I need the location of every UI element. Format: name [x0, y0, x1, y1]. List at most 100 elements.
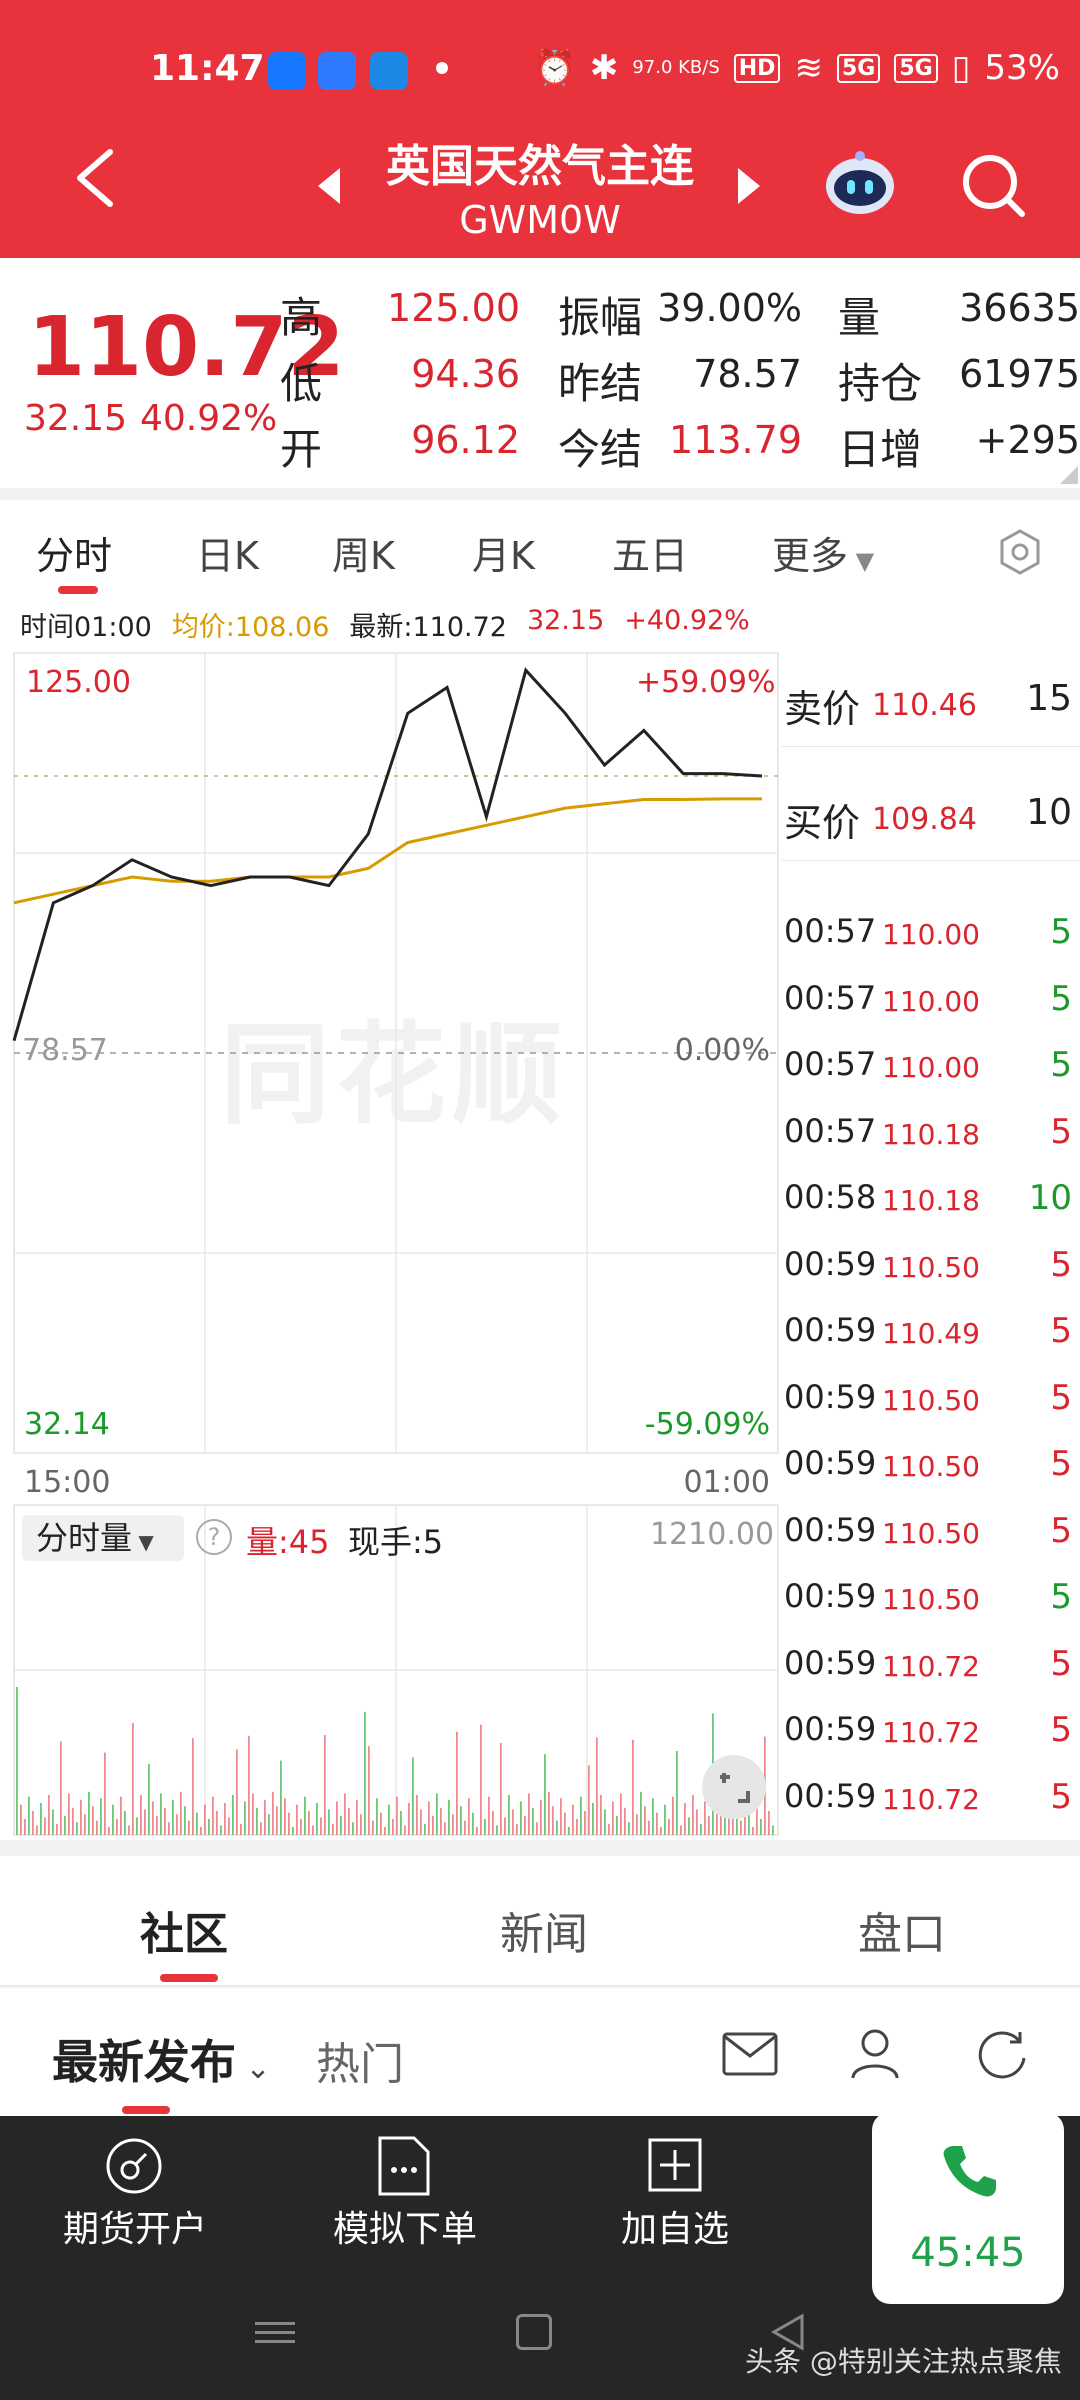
- volume-bar: [216, 1811, 218, 1835]
- volume-axis-max: 1210.00: [650, 1517, 775, 1552]
- tick-time: 00:59: [784, 1577, 877, 1615]
- tick-row: 00:59 110.50 5: [782, 1577, 1072, 1637]
- volume-bar: [144, 1809, 146, 1835]
- volume-label: 量: [838, 293, 881, 342]
- account-open-icon[interactable]: [104, 2136, 164, 2196]
- nav-menu-icon[interactable]: [255, 2316, 295, 2352]
- tick-volume: 5: [1050, 912, 1072, 952]
- tab-community[interactable]: 社区: [140, 1898, 228, 1962]
- volume-bar: [204, 1804, 206, 1835]
- tick-time: 00:57: [784, 978, 877, 1017]
- tick-volume: 5: [1050, 1045, 1072, 1085]
- user-icon[interactable]: [850, 2028, 900, 2080]
- intraday-chart[interactable]: [0, 595, 780, 1840]
- volume-bar: [532, 1807, 534, 1835]
- account-open-button[interactable]: 期货开户: [40, 2200, 230, 2252]
- volume-bar: [580, 1796, 582, 1835]
- volume-bar: [120, 1796, 122, 1835]
- volume-bar: [288, 1812, 290, 1835]
- volume-bar: [676, 1751, 678, 1835]
- volume-bar: [760, 1819, 762, 1835]
- volume-bar: [492, 1811, 494, 1835]
- tick-time: 00:57: [784, 1111, 877, 1150]
- add-watchlist-icon[interactable]: [648, 2138, 702, 2192]
- prev-settle-label: 昨结: [558, 359, 643, 408]
- add-watchlist-button[interactable]: 加自选: [580, 2200, 770, 2252]
- signal-5g-1: 5G: [836, 53, 881, 83]
- select-caret-icon: ▼: [132, 1530, 154, 1554]
- volume-bar: [228, 1817, 230, 1835]
- volume-bar: [768, 1811, 770, 1835]
- hd-badge: HD: [733, 53, 781, 83]
- simulate-order-icon[interactable]: [376, 2136, 432, 2196]
- tick-price: 110.18: [882, 1184, 980, 1217]
- volume-bar: [372, 1820, 374, 1835]
- tab-weekly-k[interactable]: 周K: [332, 525, 395, 580]
- settings-hexagon-icon[interactable]: [996, 528, 1044, 576]
- bid-price: 109.84: [872, 802, 977, 837]
- volume-bar: [96, 1820, 98, 1835]
- search-icon[interactable]: [960, 152, 1028, 220]
- filter-hot[interactable]: 热门: [316, 2028, 404, 2092]
- tick-price: 110.72: [882, 1649, 980, 1683]
- ask-volume: 15: [1026, 678, 1072, 719]
- amplitude-value: 39.00%: [657, 286, 802, 330]
- volume-bar: [588, 1765, 590, 1835]
- volume-bar: [516, 1823, 518, 1835]
- volume-bar: [504, 1817, 506, 1835]
- avg-price-line: [13, 797, 762, 905]
- tab-intraday[interactable]: 分时: [36, 525, 112, 580]
- help-icon[interactable]: ?: [196, 1519, 232, 1555]
- open-value: 96.12: [411, 418, 520, 462]
- nav-home-icon[interactable]: [516, 2314, 552, 2350]
- volume-reading: 量:45: [246, 1523, 330, 1561]
- refresh-icon[interactable]: [974, 2028, 1030, 2080]
- fullscreen-icon[interactable]: [702, 1755, 766, 1819]
- filter-latest-label: 最新发布: [52, 2035, 236, 2089]
- volume-bar: [192, 1738, 194, 1835]
- next-contract-icon[interactable]: [738, 168, 760, 204]
- ask-label: 卖价: [784, 687, 861, 731]
- tab-daily-k[interactable]: 日K: [196, 525, 259, 580]
- volume-bar: [604, 1809, 606, 1835]
- volume-bar: [592, 1803, 594, 1835]
- volume-bar: [456, 1731, 458, 1835]
- volume-bar: [256, 1807, 258, 1835]
- volume-bar: [444, 1822, 446, 1835]
- chart-grid: [13, 652, 779, 1836]
- simulate-order-button[interactable]: 模拟下单: [310, 2200, 500, 2252]
- volume-bar: [356, 1799, 358, 1835]
- volume-bar: [684, 1803, 686, 1835]
- open-interest-value: 61975: [959, 352, 1080, 396]
- volume-bar: [376, 1798, 378, 1835]
- post-filter-bar: 最新发布 ⌄ 热门: [0, 1988, 1080, 2116]
- tab-monthly-k[interactable]: 月K: [472, 525, 535, 580]
- tab-news[interactable]: 新闻: [500, 1898, 588, 1962]
- volume-bar: [60, 1741, 62, 1835]
- volume-bar: [352, 1822, 354, 1835]
- volume-bar: [596, 1737, 598, 1835]
- volume-bar: [528, 1793, 530, 1835]
- signal-5g-2: 5G: [894, 53, 938, 83]
- tick-volume: 5: [1050, 1111, 1072, 1152]
- volume-bar: [696, 1809, 698, 1835]
- tab-more[interactable]: 更多 ▼: [772, 525, 874, 580]
- volume-bar: [380, 1812, 382, 1835]
- mail-icon[interactable]: [722, 2032, 778, 2076]
- volume-bar: [104, 1752, 106, 1835]
- period-tabs: 分时 日K 周K 月K 五日 更多 ▼: [0, 500, 1080, 595]
- tick-row: 00:59 110.72 5: [782, 1777, 1072, 1837]
- volume-bar: [572, 1804, 574, 1835]
- tab-five-day[interactable]: 五日: [612, 525, 688, 580]
- filter-latest[interactable]: 最新发布 ⌄: [52, 2026, 271, 2092]
- robot-assistant-icon[interactable]: [822, 150, 898, 216]
- volume-indicator-select[interactable]: 分时量 ▼: [22, 1515, 184, 1561]
- expand-corner-icon[interactable]: [1060, 466, 1078, 484]
- volume-bar: [24, 1819, 26, 1835]
- wifi-icon: ≋: [794, 48, 823, 88]
- tick-volume: 5: [1050, 1643, 1072, 1684]
- volume-bar: [268, 1814, 270, 1835]
- tab-order-book[interactable]: 盘口: [858, 1898, 946, 1962]
- floating-call-widget[interactable]: 45:45: [872, 2112, 1064, 2304]
- settle-label: 今结: [558, 425, 643, 474]
